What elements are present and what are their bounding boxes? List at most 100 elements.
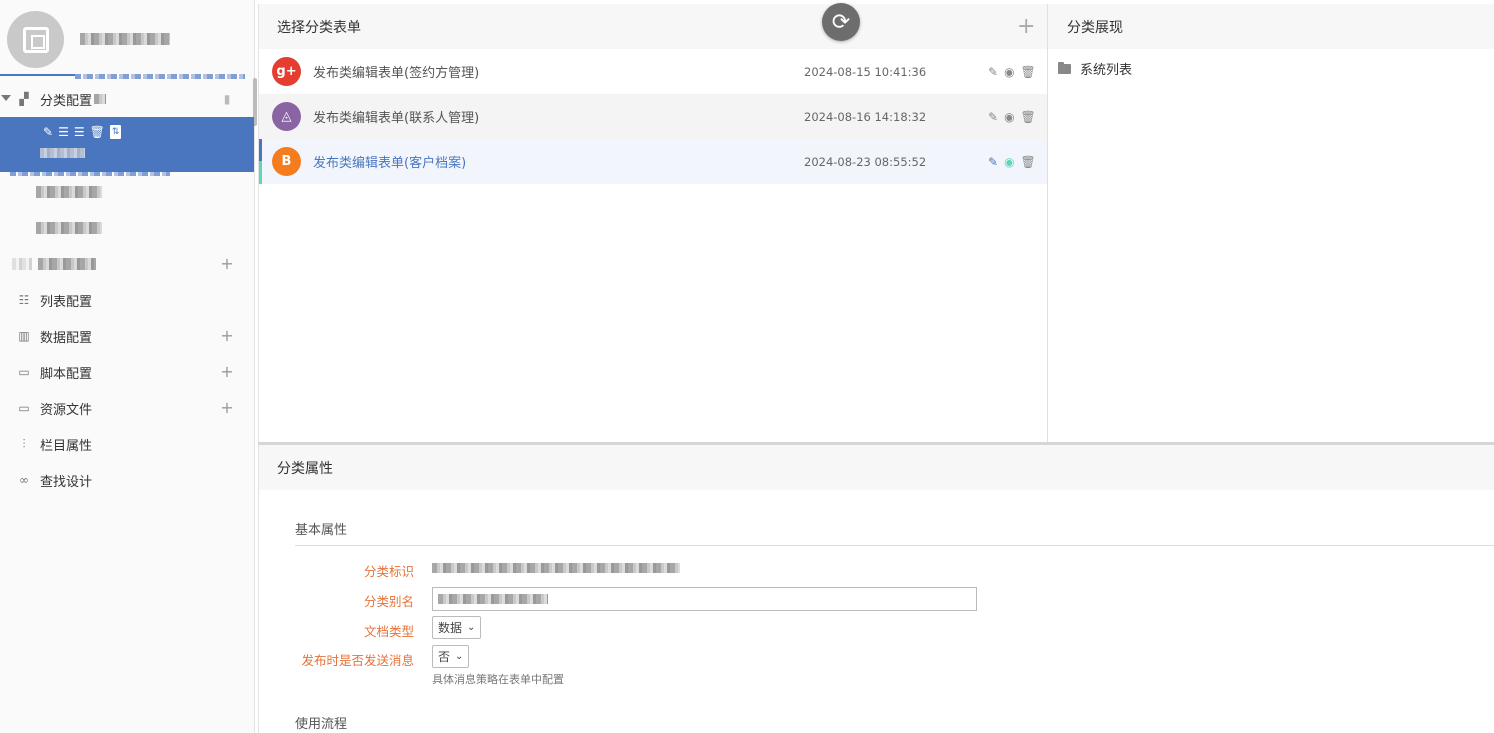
add-icon[interactable]: + bbox=[220, 328, 234, 344]
eye-icon[interactable]: ◉ bbox=[1004, 65, 1014, 79]
category-id-redacted bbox=[432, 563, 680, 573]
sidebar-item-search-design[interactable]: ∞ 查找设计 bbox=[0, 462, 255, 498]
chevron-down-icon: ⌄ bbox=[455, 651, 464, 662]
edit-icon[interactable]: ✎ bbox=[988, 155, 998, 169]
redacted-label bbox=[38, 258, 96, 270]
sidebar-item-resource-files[interactable]: ▭ 资源文件 + bbox=[0, 390, 255, 426]
chevron-down-icon: ⌄ bbox=[467, 622, 476, 633]
section-title: 使用流程 bbox=[295, 717, 348, 732]
sliders-icon: ⫶ bbox=[22, 437, 26, 451]
add-icon[interactable]: + bbox=[220, 400, 234, 416]
tree-node-selected[interactable]: ✎ ☰ ☰ 🗑 ⇅ bbox=[0, 117, 254, 172]
category-properties: 分类属性 基本属性 分类标识 分类别名 文档类型 数据 ⌄ 发布时是否发送消息 … bbox=[258, 445, 1494, 733]
form-row[interactable]: ◬ 发布类编辑表单(联系人管理) 2024-08-16 14:18:32 ✎ ◉… bbox=[259, 94, 1048, 139]
add-icon[interactable]: + bbox=[220, 256, 234, 272]
form-date: 2024-08-16 14:18:32 bbox=[804, 109, 927, 124]
edit-icon[interactable]: ✎ bbox=[43, 125, 53, 139]
eye-icon[interactable]: ◉ bbox=[1004, 155, 1014, 169]
trash-icon[interactable]: 🗑 bbox=[1021, 155, 1036, 169]
display-item-label: 系统列表 bbox=[1080, 63, 1133, 78]
logo-icon bbox=[22, 26, 49, 53]
form-name: 发布类编辑表单(联系人管理) bbox=[313, 111, 480, 126]
sidebar-item-label: 脚本配置 bbox=[40, 366, 93, 382]
sidebar-item-label: 数据配置 bbox=[40, 330, 93, 346]
select-value: 数据 bbox=[438, 621, 463, 635]
redacted-bar bbox=[75, 74, 245, 79]
notify-select[interactable]: 否 ⌄ bbox=[432, 645, 470, 668]
field-label: 文档类型 bbox=[363, 624, 414, 639]
sidebar-item-label: 分类配置 bbox=[40, 93, 93, 109]
outdent-icon[interactable]: ☰ bbox=[74, 125, 85, 139]
panel-title: 分类展现 bbox=[1048, 4, 1494, 49]
row-actions: ✎ ◉ 🗑 bbox=[988, 155, 1036, 169]
sidebar-item-data-config[interactable]: ▥ 数据配置 + bbox=[0, 318, 255, 354]
eye-icon[interactable]: ◉ bbox=[1004, 110, 1014, 124]
user-name-redacted bbox=[80, 33, 170, 45]
doc-type-select[interactable]: 数据 ⌄ bbox=[432, 616, 482, 639]
form-name: 发布类编辑表单(签约方管理) bbox=[313, 66, 480, 81]
edit-icon[interactable]: ✎ bbox=[988, 110, 998, 124]
trash-icon[interactable]: 🗑 bbox=[1021, 110, 1036, 124]
add-icon[interactable]: + bbox=[220, 364, 234, 380]
redacted-icon bbox=[12, 258, 32, 270]
panel-title: 分类属性 bbox=[259, 445, 1494, 490]
redacted-node-label bbox=[36, 186, 102, 198]
redacted-value bbox=[438, 594, 548, 604]
sidebar-item-category-config[interactable]: ▞ 分类配置 ▮ bbox=[0, 81, 255, 117]
trash-icon[interactable]: 🗑 bbox=[90, 125, 105, 139]
bar-chart-icon: ▥ bbox=[18, 329, 30, 343]
sort-icon[interactable]: ⇅ bbox=[109, 125, 122, 139]
recycle-icon: ◬ bbox=[272, 102, 301, 131]
avatar[interactable] bbox=[7, 11, 64, 68]
tree-node-child[interactable] bbox=[0, 210, 255, 246]
hint-text: 具体消息策略在表单中配置 bbox=[432, 673, 564, 686]
divider bbox=[295, 545, 1494, 546]
terminal-icon: ▭ bbox=[18, 365, 30, 379]
blogger-icon: B bbox=[272, 147, 301, 176]
sidebar: ▞ 分类配置 ▮ ✎ ☰ ☰ 🗑 ⇅ + ☷ 列表配置 ▥ 数据配置 + ▭ 脚… bbox=[0, 0, 257, 733]
form-select-panel: 选择分类表单 + g+ 发布类编辑表单(签约方管理) 2024-08-15 10… bbox=[258, 4, 1048, 444]
binoculars-icon: ∞ bbox=[19, 473, 29, 487]
form-date: 2024-08-23 08:55:52 bbox=[804, 154, 927, 169]
collapse-icon[interactable]: ▮ bbox=[220, 92, 234, 106]
edit-icon[interactable]: ✎ bbox=[988, 65, 998, 79]
form-date: 2024-08-15 10:41:36 bbox=[804, 64, 927, 79]
trash-icon[interactable]: 🗑 bbox=[1021, 65, 1036, 79]
redacted-text bbox=[94, 94, 107, 104]
redacted-node-label bbox=[40, 148, 85, 158]
org-chart-icon: ▞ bbox=[19, 92, 29, 106]
terminal-icon: ▭ bbox=[18, 401, 30, 415]
sidebar-item-redacted[interactable]: + bbox=[0, 246, 255, 282]
form-row[interactable]: g+ 发布类编辑表单(签约方管理) 2024-08-15 10:41:36 ✎ … bbox=[259, 49, 1048, 94]
user-underline bbox=[0, 74, 245, 79]
sidebar-item-label: 栏目属性 bbox=[40, 438, 93, 454]
indent-icon[interactable]: ☰ bbox=[58, 125, 69, 139]
field-label: 分类别名 bbox=[363, 594, 414, 609]
field-label: 发布时是否发送消息 bbox=[301, 653, 414, 668]
refresh-button[interactable]: ⟳ bbox=[822, 3, 860, 41]
sidebar-item-script-config[interactable]: ▭ 脚本配置 + bbox=[0, 354, 255, 390]
display-item[interactable]: 系统列表 bbox=[1058, 59, 1132, 78]
alias-input[interactable] bbox=[432, 587, 977, 611]
add-icon[interactable]: + bbox=[1017, 16, 1035, 38]
sidebar-item-label: 资源文件 bbox=[40, 402, 93, 418]
sidebar-item-column-props[interactable]: ⫶ 栏目属性 bbox=[0, 426, 255, 462]
sidebar-item-list-config[interactable]: ☷ 列表配置 bbox=[0, 282, 255, 318]
sidebar-item-label: 查找设计 bbox=[40, 474, 93, 490]
panel-title: 选择分类表单 bbox=[259, 4, 1047, 49]
node-toolbar: ✎ ☰ ☰ 🗑 ⇅ bbox=[43, 125, 122, 139]
tree-node-child[interactable] bbox=[0, 174, 255, 210]
row-actions: ✎ ◉ 🗑 bbox=[988, 110, 1036, 124]
form-row-selected[interactable]: B 发布类编辑表单(客户档案) 2024-08-23 08:55:52 ✎ ◉ … bbox=[259, 139, 1048, 184]
display-panel: 分类展现 系统列表 bbox=[1047, 4, 1494, 444]
field-label: 分类标识 bbox=[363, 564, 414, 579]
redacted-node-label bbox=[36, 222, 102, 234]
sidebar-item-label: 列表配置 bbox=[40, 294, 93, 310]
select-value: 否 bbox=[438, 650, 451, 664]
accent-line bbox=[0, 74, 75, 76]
section-title: 基本属性 bbox=[295, 523, 348, 538]
caret-down-icon[interactable] bbox=[1, 95, 11, 101]
folder-icon bbox=[1058, 61, 1071, 74]
google-plus-icon: g+ bbox=[272, 57, 301, 86]
form-name: 发布类编辑表单(客户档案) bbox=[313, 156, 467, 171]
